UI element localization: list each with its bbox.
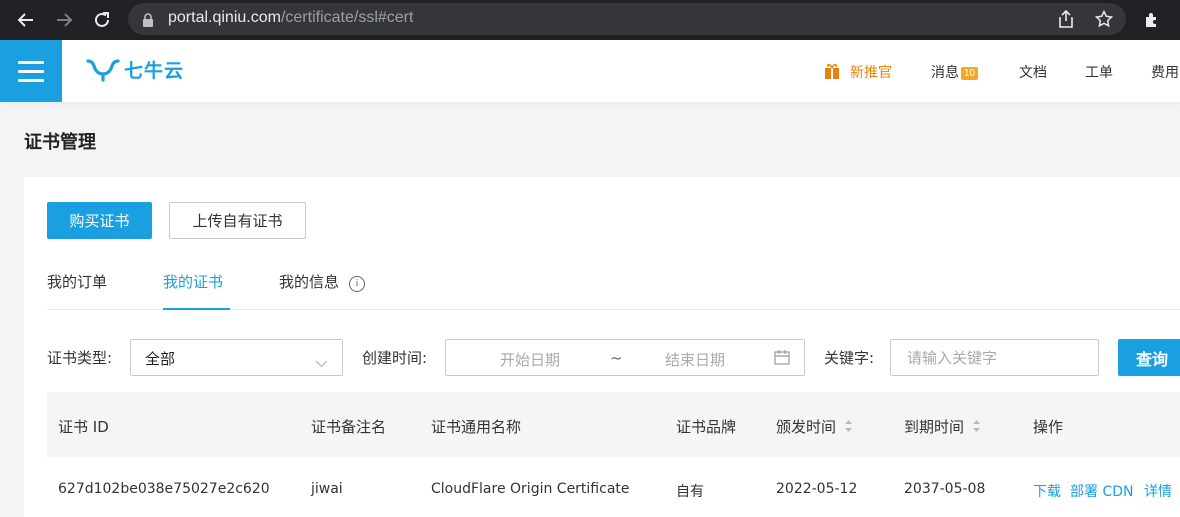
extensions-icon[interactable] — [1140, 8, 1164, 32]
url-host: portal.qiniu.com — [168, 9, 281, 26]
cell-brand: 自有 — [676, 484, 704, 500]
query-button[interactable]: 查询 — [1118, 339, 1180, 376]
col-operations: 操作 — [1033, 418, 1064, 436]
tab-my-orders[interactable]: 我的订单 — [47, 271, 107, 292]
menu-icon-line — [18, 69, 44, 73]
cert-type-select[interactable]: 全部 — [130, 339, 343, 376]
date-separator: ~ — [610, 349, 623, 367]
cell-remark: jiwai — [311, 481, 343, 497]
keyword-label: 关键字: — [824, 349, 875, 367]
sort-icon[interactable] — [844, 419, 853, 437]
col-remark: 证书备注名 — [311, 418, 387, 436]
end-date-input[interactable]: 结束日期 — [665, 349, 725, 370]
col-cert-id: 证书 ID — [58, 418, 109, 436]
deploy-cdn-link[interactable]: 部署 CDN — [1070, 481, 1133, 501]
address-bar[interactable]: portal.qiniu.com/certificate/ssl#cert — [128, 3, 1126, 35]
tab-my-certificates[interactable]: 我的证书 — [163, 271, 223, 292]
date-range-picker[interactable]: 开始日期 ~ 结束日期 — [445, 339, 805, 376]
new-recommend-link[interactable]: 新推官 — [850, 62, 892, 82]
lock-icon — [142, 12, 154, 31]
col-brand: 证书品牌 — [676, 418, 737, 436]
table-header: 证书 ID 证书备注名 证书通用名称 证书品牌 颁发时间 到期时间 操作 — [47, 392, 1180, 457]
col-issued[interactable]: 颁发时间 — [776, 416, 853, 437]
logo-text: 七牛云 — [124, 60, 185, 82]
chevron-down-icon — [315, 353, 328, 372]
messages-count-badge: 10 — [961, 67, 979, 80]
url-path: /certificate/ssl#cert — [280, 9, 414, 26]
cell-issued: 2022-05-12 — [776, 481, 858, 497]
reload-icon[interactable] — [90, 8, 114, 32]
qiniu-logo[interactable]: 七牛云 — [86, 56, 184, 83]
app-header: 七牛云 新推官 消息 10 文档 工单 费用 — [0, 40, 1180, 102]
messages-label: 消息 — [931, 65, 959, 81]
cell-common-name: CloudFlare Origin Certificate — [431, 481, 630, 497]
certificate-card: 购买证书 上传自有证书 我的订单 我的证书 我的信息 i 证书类型: 全部 创建时… — [24, 177, 1180, 517]
sort-icon[interactable] — [972, 419, 981, 437]
active-tab-indicator — [163, 308, 230, 310]
tab-my-info[interactable]: 我的信息 i — [279, 271, 366, 292]
forward-icon[interactable] — [52, 8, 76, 32]
gift-icon — [824, 62, 840, 84]
menu-button[interactable] — [0, 40, 62, 102]
share-icon[interactable] — [1054, 7, 1078, 31]
cell-cert-id: 627d102be038e75027e2c620 — [58, 481, 270, 497]
bookmark-star-icon[interactable] — [1092, 7, 1116, 31]
start-date-input[interactable]: 开始日期 — [500, 349, 560, 370]
col-common-name: 证书通用名称 — [431, 418, 522, 436]
cell-expires: 2037-05-08 — [904, 481, 986, 497]
page-title: 证书管理 — [24, 132, 96, 153]
upload-certificate-button[interactable]: 上传自有证书 — [169, 202, 306, 239]
menu-icon-line — [18, 60, 44, 64]
details-link[interactable]: 详情 — [1144, 481, 1172, 501]
browser-toolbar: portal.qiniu.com/certificate/ssl#cert — [0, 0, 1180, 40]
download-link[interactable]: 下载 — [1033, 481, 1061, 501]
logo-mark-icon — [86, 58, 120, 82]
buy-certificate-button[interactable]: 购买证书 — [47, 202, 152, 239]
back-icon[interactable] — [14, 8, 38, 32]
url-text: portal.qiniu.com/certificate/ssl#cert — [168, 9, 413, 27]
tab-bar: 我的订单 我的证书 我的信息 i — [47, 269, 1180, 310]
col-expires[interactable]: 到期时间 — [904, 416, 981, 437]
col-issued-label: 颁发时间 — [776, 418, 837, 436]
cert-type-value: 全部 — [145, 350, 176, 368]
calendar-icon — [774, 350, 790, 369]
tab-my-info-label: 我的信息 — [279, 273, 340, 291]
billing-link[interactable]: 费用 — [1151, 62, 1179, 82]
docs-link[interactable]: 文档 — [1019, 62, 1047, 82]
messages-link[interactable]: 消息 10 — [931, 62, 979, 82]
tickets-link[interactable]: 工单 — [1085, 62, 1113, 82]
created-time-label: 创建时间: — [362, 349, 428, 367]
menu-icon-line — [18, 78, 44, 82]
keyword-input[interactable] — [890, 339, 1099, 376]
info-icon[interactable]: i — [349, 275, 366, 292]
cert-type-label: 证书类型: — [47, 349, 113, 367]
col-expires-label: 到期时间 — [904, 418, 965, 436]
table-row: 627d102be038e75027e2c620 jiwai CloudFlar… — [47, 457, 1180, 517]
